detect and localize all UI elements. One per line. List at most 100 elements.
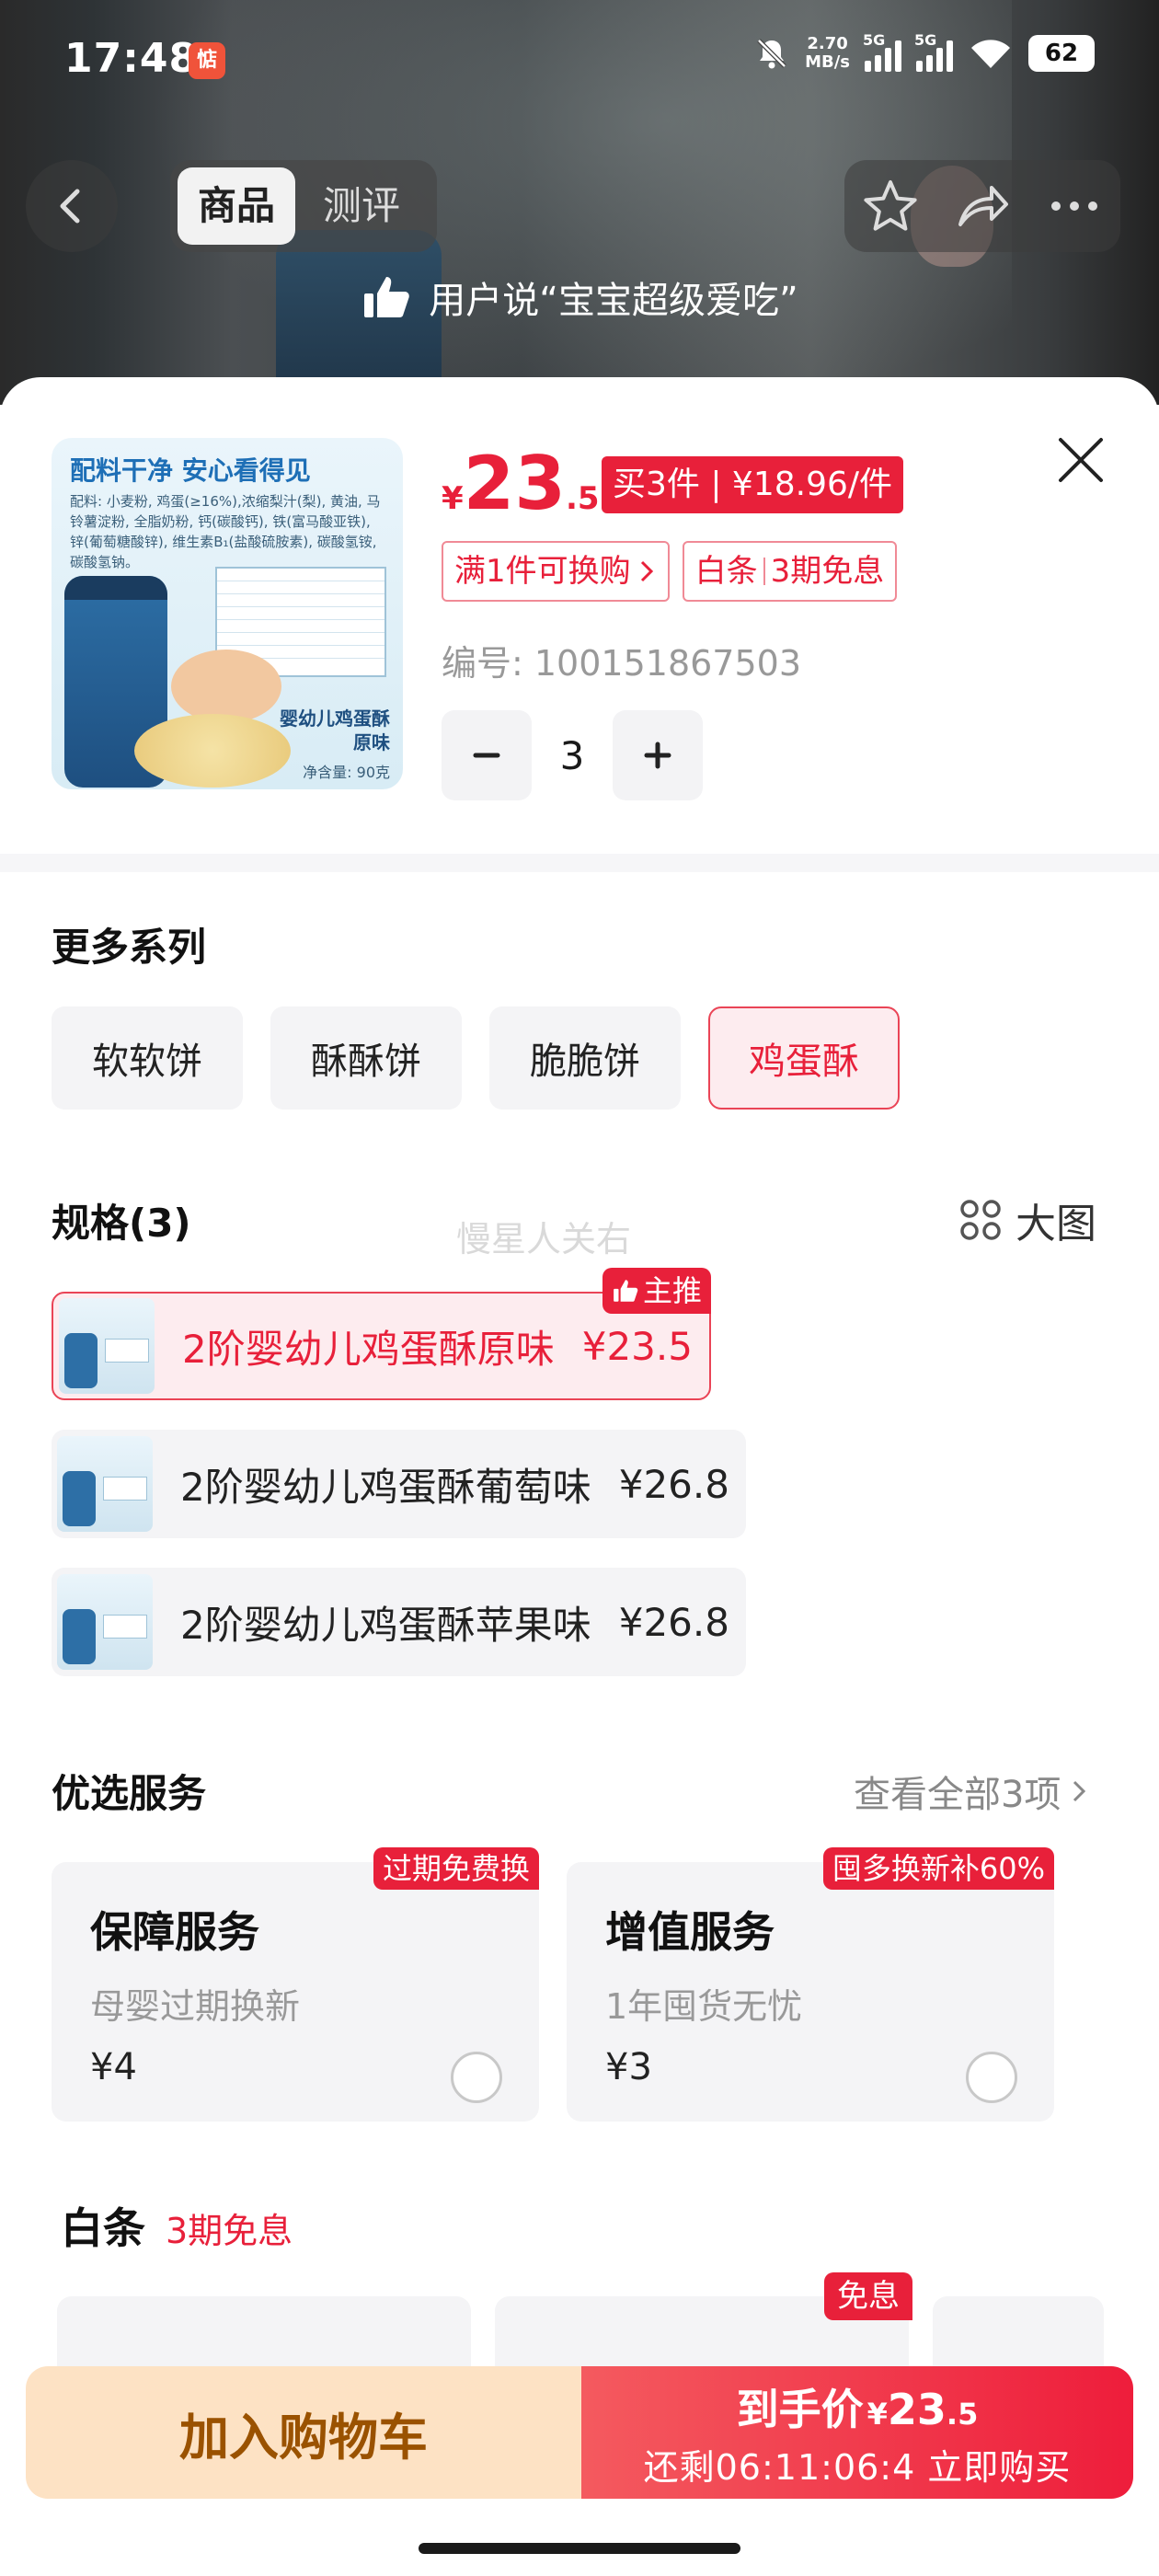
- increase-button[interactable]: [613, 710, 703, 800]
- price-decimal: .5: [566, 480, 600, 517]
- more-button[interactable]: [1042, 174, 1107, 238]
- buy-now-button[interactable]: 到手价 ¥ 23 .5 还剩06:11:06:4 立即购买: [581, 2366, 1133, 2499]
- baitiao-plan-card[interactable]: [933, 2296, 1104, 2370]
- see-all-label: 查看全部3项: [854, 1774, 1061, 1816]
- spec-thumbnail: [57, 1574, 153, 1670]
- signal-1-label: 5G: [863, 31, 886, 49]
- promo-row: 满1件可换购 白条 3期免息: [442, 541, 898, 602]
- spec-price: ¥23.5: [581, 1323, 693, 1369]
- top-nav: 商品 测评: [0, 156, 1159, 258]
- service-title: 增值服务: [605, 1907, 775, 1957]
- countdown-text: 还剩06:11:06:4 立即购买: [643, 2446, 1072, 2488]
- app-notification-icon: 惦: [189, 42, 225, 79]
- thumbnail-biscuits: [134, 714, 291, 788]
- price-integer: 23: [463, 441, 566, 526]
- series-option-crunchy[interactable]: 脆脆饼: [489, 1006, 681, 1110]
- thumbnail-headline: 配料干净 安心看得见: [70, 455, 311, 486]
- decrease-button[interactable]: [442, 710, 532, 800]
- sku-number: 编号: 100151867503: [442, 643, 802, 684]
- thumbnail-product-name: 婴幼儿鸡蛋酥 原味: [280, 707, 390, 753]
- favorite-button[interactable]: [858, 174, 923, 238]
- thumbs-up-icon: [364, 277, 410, 317]
- product-price: ¥ 23 .5: [442, 447, 600, 521]
- tab-product[interactable]: 商品: [178, 167, 296, 245]
- service-title: 保障服务: [90, 1907, 259, 1957]
- series-option-egg-crisp[interactable]: 鸡蛋酥: [708, 1006, 900, 1110]
- service-card-value-added[interactable]: 囤多换新补60% 增值服务 1年囤货无忧 ¥3: [567, 1847, 1054, 2122]
- share-button[interactable]: [950, 174, 1015, 238]
- service-price: ¥3: [605, 2046, 652, 2088]
- quantity-value[interactable]: 3: [532, 733, 613, 778]
- review-banner-text: 用户说“宝宝超级爱吃”: [429, 280, 798, 322]
- star-icon: [864, 180, 917, 231]
- home-indicator: [419, 2543, 740, 2554]
- thumbnail-ingredients: 配料: 小麦粉, 鸡蛋(≥16%),浓缩梨汁(梨), 黄油, 马铃薯淀粉, 全脂…: [70, 493, 381, 570]
- back-button[interactable]: [26, 160, 118, 252]
- more-dots-icon: [1051, 201, 1097, 211]
- service-price: ¥4: [90, 2046, 137, 2088]
- spec-option-original[interactable]: 2阶婴幼儿鸡蛋酥原味 ¥23.5 主推: [52, 1268, 711, 1400]
- final-price-prefix: 到手价: [736, 2384, 864, 2434]
- baitiao-promo-value: 3期免息: [770, 553, 885, 590]
- signal-icon-2: 5G: [914, 31, 953, 72]
- network-speed-unit: MB/s: [805, 52, 850, 72]
- thumbs-up-icon: [614, 1280, 638, 1302]
- baitiao-promo[interactable]: 白条 3期免息: [682, 541, 898, 602]
- review-banner: 用户说“宝宝超级爱吃”: [0, 269, 1159, 326]
- status-icons: 2.70 MB/s 5G 5G 62: [753, 31, 1095, 72]
- watermark-text: 慢星人关右: [456, 1219, 632, 1259]
- bulk-offer-tag: 买3件 | ¥18.96/件: [602, 456, 904, 513]
- service-card-protection[interactable]: 过期免费换 保障服务 母婴过期换新 ¥4: [52, 1847, 539, 2122]
- add-to-cart-button[interactable]: 加入购物车: [26, 2366, 581, 2499]
- mute-bell-icon: [757, 39, 786, 69]
- spec-thumbnail: [57, 1436, 153, 1532]
- series-option-crisp-cake[interactable]: 酥酥饼: [270, 1006, 462, 1110]
- spec-thumbnail: [59, 1298, 155, 1394]
- service-radio[interactable]: [966, 2052, 1017, 2103]
- services-title: 优选服务: [52, 1771, 207, 1816]
- baitiao-subtitle: 3期免息: [166, 2211, 293, 2251]
- series-option-soft[interactable]: 软软饼: [52, 1006, 243, 1110]
- spec-option-apple[interactable]: 2阶婴幼儿鸡蛋酥苹果味 ¥26.8: [52, 1568, 746, 1676]
- spec-name: 2阶婴幼儿鸡蛋酥葡萄味: [180, 1464, 591, 1510]
- exchange-promo[interactable]: 满1件可换购: [442, 541, 670, 602]
- spec-price: ¥26.8: [618, 1599, 729, 1645]
- see-all-services-link[interactable]: 查看全部3项: [854, 1765, 1088, 1818]
- top-actions: [844, 160, 1120, 252]
- tab-review[interactable]: 测评: [303, 167, 420, 245]
- bottom-action-bar: 加入购物车 到手价 ¥ 23 .5 还剩06:11:06:4 立即购买: [26, 2366, 1133, 2499]
- status-bar: 17:48 惦 2.70 MB/s 5G 5G 62: [0, 0, 1159, 120]
- chevron-right-icon: [1073, 1780, 1086, 1802]
- spec-name: 2阶婴幼儿鸡蛋酥苹果味: [180, 1602, 591, 1648]
- section-divider: [0, 854, 1159, 872]
- thumbnail-weight: 净含量: 90克: [303, 764, 390, 781]
- series-options: 软软饼 酥酥饼 脆脆饼 鸡蛋酥: [52, 1006, 900, 1110]
- minus-icon: [473, 753, 500, 758]
- wifi-icon: [971, 40, 1010, 68]
- close-icon[interactable]: [1053, 432, 1108, 488]
- service-badge: 过期免费换: [373, 1847, 539, 1890]
- network-speed-value: 2.70: [807, 34, 848, 53]
- baitiao-title: 白条: [61, 2203, 145, 2253]
- status-time: 17:48: [64, 35, 199, 82]
- battery-icon: 62: [1028, 35, 1095, 72]
- thumbnail-eggs: [171, 650, 281, 723]
- plus-icon: [644, 742, 671, 769]
- spec-name: 2阶婴幼儿鸡蛋酥原味: [182, 1326, 555, 1372]
- price-currency: ¥: [442, 480, 464, 517]
- baitiao-plan-card[interactable]: [57, 2296, 471, 2370]
- big-image-toggle[interactable]: 大图: [958, 1190, 1096, 1249]
- spec-option-grape[interactable]: 2阶婴幼儿鸡蛋酥葡萄味 ¥26.8: [52, 1430, 746, 1538]
- service-radio[interactable]: [451, 2052, 502, 2103]
- top-tabs: 商品 测评: [170, 160, 437, 252]
- product-thumbnail[interactable]: 配料干净 安心看得见 配料: 小麦粉, 鸡蛋(≥16%),浓缩梨汁(梨), 黄油…: [52, 438, 403, 789]
- service-desc: 1年囤货无忧: [605, 1986, 803, 2027]
- product-sku-page: 17:48 惦 2.70 MB/s 5G 5G 62 商品 测评 用户说“宝宝超…: [0, 0, 1159, 2576]
- final-price-currency: ¥: [866, 2396, 888, 2432]
- interest-free-badge: 免息: [824, 2272, 912, 2320]
- recommend-tag-label: 主推: [642, 1273, 702, 1308]
- spec-price: ¥26.8: [618, 1461, 729, 1507]
- baitiao-promo-label: 白条: [694, 553, 758, 590]
- signal-icon-1: 5G: [863, 31, 901, 72]
- recommend-tag: 主推: [602, 1268, 711, 1314]
